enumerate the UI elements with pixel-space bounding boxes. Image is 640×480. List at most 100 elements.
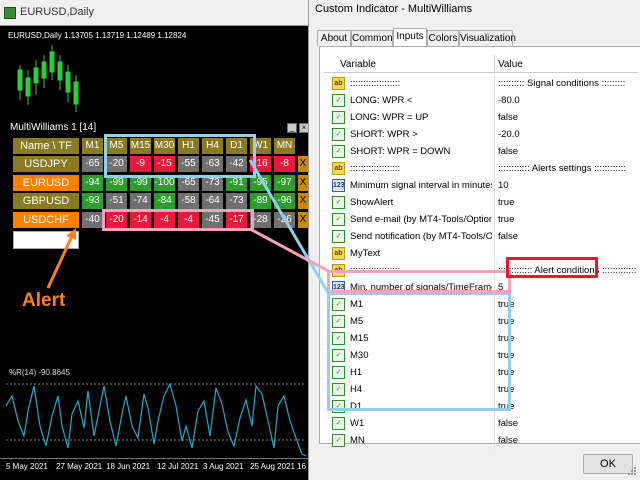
- tab-visualization[interactable]: Visualization: [459, 30, 516, 46]
- param-row[interactable]: 123 Minimum signal interval in minutes 10: [324, 177, 638, 194]
- column-value[interactable]: Value: [498, 59, 523, 70]
- param-name: MyText: [350, 248, 381, 259]
- param-name: LONG: WPR <: [350, 95, 413, 106]
- symbol-cell: GBPUSD: [13, 193, 79, 209]
- empty-input-box[interactable]: [13, 231, 79, 249]
- param-value[interactable]: false: [498, 435, 636, 446]
- param-value[interactable]: 10: [498, 180, 636, 191]
- table-header-tf: MN: [274, 138, 295, 154]
- bool-param-icon: ✓: [332, 196, 345, 209]
- wpr-value-cell: -93: [82, 193, 103, 209]
- date-tick: 27 May 2021: [56, 462, 103, 471]
- bool-param-icon: ✓: [332, 128, 345, 141]
- string-param-icon: ab: [332, 77, 345, 90]
- param-value[interactable]: false: [498, 418, 636, 429]
- extra-cell: X: [298, 193, 308, 209]
- param-value[interactable]: true: [498, 401, 636, 412]
- string-param-icon: ab: [332, 247, 345, 260]
- param-value[interactable]: true: [498, 350, 636, 361]
- chart-icon: [4, 7, 16, 19]
- resize-grip-icon[interactable]: [627, 466, 637, 476]
- param-name: SHORT: WPR = DOWN: [350, 146, 451, 157]
- param-value[interactable]: true: [498, 316, 636, 327]
- param-value[interactable]: 5: [498, 282, 636, 293]
- param-value[interactable]: true: [498, 333, 636, 344]
- date-tick: 18 Jun 2021: [106, 462, 151, 471]
- bool-param-icon: ✓: [332, 434, 345, 447]
- param-name: SHORT: WPR >: [350, 129, 418, 140]
- extra-cell: X: [298, 175, 308, 191]
- param-value[interactable]: :::::::::::: Alerts settings :::::::::::…: [498, 163, 636, 174]
- param-value[interactable]: true: [498, 197, 636, 208]
- param-value[interactable]: true: [498, 384, 636, 395]
- highlight-box-alert-conditions: [506, 257, 598, 278]
- param-row[interactable]: ✓ SHORT: WPR > -20.0: [324, 126, 638, 143]
- highlight-box-alert-row: [102, 209, 254, 231]
- bool-param-icon: ✓: [332, 94, 345, 107]
- extra-cell: X: [298, 212, 308, 228]
- param-value[interactable]: true: [498, 214, 636, 225]
- param-row[interactable]: ✓ Send e-mail (by MT4-Tools/Options/) true: [324, 211, 638, 228]
- param-value[interactable]: true: [498, 367, 636, 378]
- param-value[interactable]: true: [498, 299, 636, 310]
- param-row[interactable]: ✓ MN false: [324, 432, 638, 449]
- date-tick: 5 May 2021: [6, 462, 48, 471]
- param-row[interactable]: ✓ W1 false: [324, 415, 638, 432]
- tab-inputs[interactable]: Inputs: [393, 28, 427, 47]
- oscillator-label: %R(14) -90.8645: [9, 368, 70, 377]
- ohlc-readout: EURUSD,Daily 1.13705 1.13719 1.12489 1.1…: [8, 31, 187, 40]
- wpr-value-cell: -74: [130, 193, 151, 209]
- wpr-value-cell: -84: [154, 193, 175, 209]
- dialog-title: Custom Indicator - MultiWilliams: [315, 3, 473, 15]
- param-value[interactable]: :::::::::: Signal conditions :::::::::: [498, 78, 636, 89]
- tab-about[interactable]: About: [317, 30, 351, 46]
- param-row[interactable]: ✓ ShowAlert true: [324, 194, 638, 211]
- wpr-value-cell: -96: [274, 193, 295, 209]
- wpr-value-cell: -89: [250, 193, 271, 209]
- param-row[interactable]: ab::::::::::::::::::::::::::::: Signal c…: [324, 75, 638, 92]
- chart-window[interactable]: EURUSD,Daily EURUSD,Daily 1.13705 1.1371…: [0, 0, 310, 480]
- param-row[interactable]: ab::::::::::::::::::::::::::::::: Alerts…: [324, 160, 638, 177]
- bool-param-icon: ✓: [332, 145, 345, 158]
- param-row[interactable]: ✓ LONG: WPR = UP false: [324, 109, 638, 126]
- ok-button[interactable]: OK: [583, 454, 633, 474]
- param-value[interactable]: -20.0: [498, 129, 636, 140]
- chart-tab[interactable]: EURUSD,Daily: [0, 0, 310, 26]
- param-value[interactable]: false: [498, 231, 636, 242]
- param-row[interactable]: ✓ LONG: WPR < -80.0: [324, 92, 638, 109]
- table-header-name: Name \ TF: [13, 138, 79, 154]
- wpr-value-cell: -58: [178, 193, 199, 209]
- tab-common[interactable]: Common: [351, 30, 393, 46]
- param-row[interactable]: ✓ Send notification (by MT4-Tools/Options…: [324, 228, 638, 245]
- indicator-panel-title[interactable]: MultiWilliams 1 [14] _ ×: [8, 121, 309, 135]
- highlight-box-timeframe-params: [327, 292, 511, 411]
- wpr-value-cell: -97: [274, 175, 295, 191]
- date-tick: 12 Jul 2021: [157, 462, 199, 471]
- wpr-value-cell: -94: [82, 175, 103, 191]
- param-name: ShowAlert: [350, 197, 394, 208]
- param-value[interactable]: false: [498, 146, 636, 157]
- wpr-value-cell: -26: [274, 212, 295, 228]
- int-param-icon: 123: [332, 179, 345, 192]
- indicator-title-text: MultiWilliams 1 [14]: [10, 122, 97, 133]
- tab-colors[interactable]: Colors: [427, 30, 459, 46]
- extra-cell: X: [298, 156, 308, 172]
- wpr-value-cell: -65: [82, 156, 103, 172]
- symbol-cell: USDCHF: [13, 212, 79, 228]
- date-tick: 25 Aug 2021: [250, 462, 295, 471]
- param-name: LONG: WPR = UP: [350, 112, 429, 123]
- date-tick: 3 Aug 2021: [203, 462, 244, 471]
- wpr-value-cell: -8: [274, 156, 295, 172]
- column-variable[interactable]: Variable: [340, 59, 376, 70]
- wpr-value-cell: -51: [106, 193, 127, 209]
- highlight-box-timeframes: [104, 134, 256, 178]
- minimize-button[interactable]: _: [287, 123, 297, 133]
- param-value[interactable]: -80.0: [498, 95, 636, 106]
- williams-oscillator: [6, 382, 306, 457]
- param-value[interactable]: false: [498, 112, 636, 123]
- candlestick-series: [17, 45, 79, 112]
- param-name: :::::::::::::::::::: [350, 78, 401, 89]
- symbol-cell: USDJPY: [13, 156, 79, 172]
- param-row[interactable]: ✓ SHORT: WPR = DOWN false: [324, 143, 638, 160]
- param-name: MN: [350, 435, 365, 446]
